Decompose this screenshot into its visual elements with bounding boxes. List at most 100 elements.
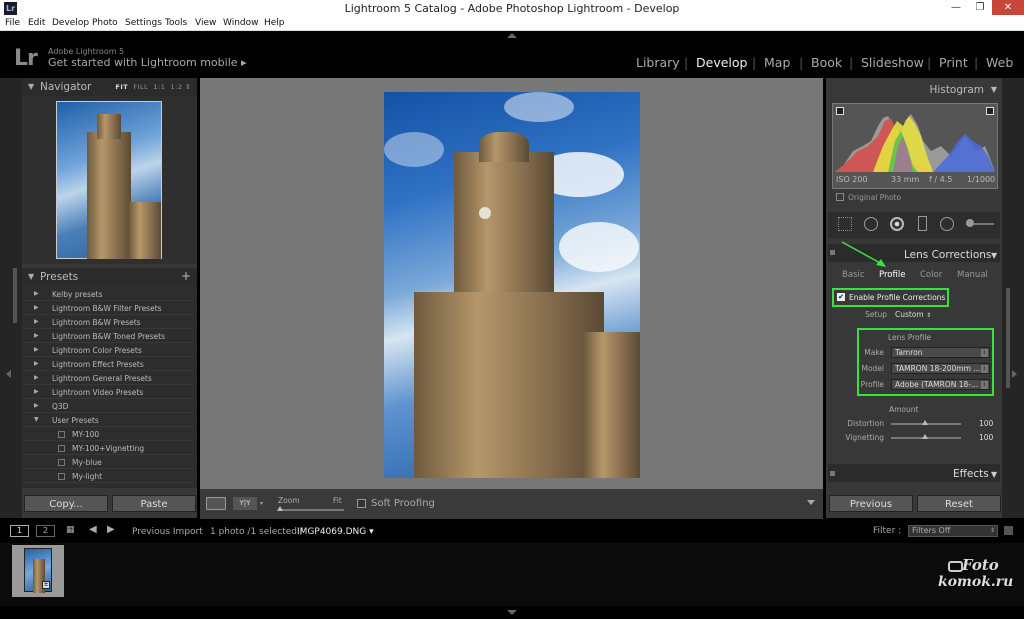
- enable-profile-checkbox[interactable]: ✔: [837, 293, 845, 301]
- module-map[interactable]: Map: [764, 55, 790, 70]
- module-develop[interactable]: Develop: [696, 55, 747, 70]
- spot-removal-icon[interactable]: [864, 217, 878, 231]
- folder-expand-icon[interactable]: ▶: [34, 346, 39, 353]
- before-after-dropdown-icon[interactable]: ▾: [260, 500, 263, 507]
- back-arrow-icon[interactable]: ◀: [89, 524, 97, 535]
- menu-photo[interactable]: Photo: [92, 18, 118, 28]
- toolbar-menu-icon[interactable]: [807, 500, 815, 505]
- folder-expand-icon[interactable]: ▶: [34, 290, 39, 297]
- folder-expand-icon[interactable]: ▶: [34, 332, 39, 339]
- source-label[interactable]: Previous Import: [132, 527, 203, 537]
- zoom-1-1[interactable]: 1:1: [153, 83, 165, 91]
- zoom-slider[interactable]: [278, 509, 344, 511]
- minimize-button[interactable]: —: [944, 0, 968, 15]
- tab-basic[interactable]: Basic: [842, 270, 865, 280]
- main-photo[interactable]: [384, 92, 640, 478]
- crop-tool-icon[interactable]: [838, 217, 852, 231]
- preset-item[interactable]: MY-100: [24, 428, 194, 441]
- vignetting-value[interactable]: 100: [979, 433, 993, 442]
- mobile-link[interactable]: Get started with Lightroom mobile ▸: [48, 56, 247, 69]
- disclosure-triangle-icon[interactable]: ▼: [991, 85, 997, 94]
- menu-edit[interactable]: Edit: [28, 18, 45, 28]
- panel-toggle-icon[interactable]: [830, 471, 835, 476]
- folder-expand-icon[interactable]: ▶: [34, 374, 39, 381]
- preset-folder[interactable]: ▶ Lightroom B&W Filter Presets: [24, 302, 194, 315]
- menu-view[interactable]: View: [195, 18, 216, 28]
- preset-folder[interactable]: ▶ Kelby presets: [24, 288, 194, 301]
- preset-item[interactable]: MY-100+Vignetting: [24, 442, 194, 455]
- preset-folder[interactable]: ▶ Q3D: [24, 400, 194, 413]
- preset-folder[interactable]: ▶ Lightroom Effect Presets: [24, 358, 194, 371]
- preset-item[interactable]: My-blue: [24, 456, 194, 469]
- preset-folder[interactable]: ▶ Lightroom Color Presets: [24, 344, 194, 357]
- navigator-header[interactable]: ▼ Navigator FIT FILL 1:1 1:2 ⇕: [22, 78, 197, 96]
- module-print[interactable]: Print: [939, 55, 968, 70]
- folder-expand-icon[interactable]: ▶: [34, 402, 39, 409]
- tab-color[interactable]: Color: [920, 270, 942, 280]
- zoom-slider-knob[interactable]: [277, 506, 283, 511]
- left-scrollbar[interactable]: [13, 268, 17, 323]
- preset-item[interactable]: My-light: [24, 470, 194, 483]
- tab-profile[interactable]: Profile: [879, 270, 905, 280]
- second-window-button[interactable]: 2: [36, 525, 55, 537]
- collapse-bottom-arrow-icon[interactable]: [507, 610, 517, 615]
- zoom-1-2[interactable]: 1:2: [171, 83, 183, 91]
- paste-button[interactable]: Paste: [112, 495, 196, 512]
- radial-filter-icon[interactable]: [940, 217, 954, 231]
- disclosure-triangle-icon[interactable]: ▼: [991, 470, 997, 479]
- soft-proofing-checkbox[interactable]: [357, 499, 366, 508]
- preset-folder[interactable]: ▶ Lightroom B&W Presets: [24, 316, 194, 329]
- right-scrollbar[interactable]: [1006, 288, 1010, 388]
- panel-toggle-icon[interactable]: [830, 250, 835, 255]
- zoom-fit[interactable]: FIT: [115, 83, 128, 91]
- menu-help[interactable]: Help: [264, 18, 285, 28]
- distortion-value[interactable]: 100: [979, 419, 993, 428]
- collapse-left-arrow-icon[interactable]: [6, 370, 11, 378]
- highlight-clipping-icon[interactable]: [986, 107, 994, 115]
- graduated-filter-icon[interactable]: [918, 216, 927, 231]
- folder-expand-icon[interactable]: ▶: [34, 318, 39, 325]
- tab-manual[interactable]: Manual: [957, 270, 988, 280]
- forward-arrow-icon[interactable]: ▶: [107, 524, 115, 535]
- before-after-button[interactable]: Y|Y: [233, 497, 257, 510]
- menu-file[interactable]: File: [5, 18, 20, 28]
- presets-header[interactable]: ▼ Presets +: [22, 268, 197, 286]
- setup-dropdown[interactable]: Custom ⇕: [895, 310, 931, 319]
- folder-expand-icon[interactable]: ▶: [34, 360, 39, 367]
- make-select[interactable]: Tamron ⇕: [891, 347, 990, 358]
- navigator-thumbnail[interactable]: [56, 101, 162, 259]
- zoom-fill[interactable]: FILL: [133, 83, 148, 91]
- module-book[interactable]: Book: [811, 55, 842, 70]
- histogram-header[interactable]: Histogram ▼: [826, 81, 1002, 99]
- model-select[interactable]: TAMRON 18-200mm ... ⇕: [891, 363, 990, 374]
- preset-folder-open[interactable]: ▼ User Presets: [24, 414, 194, 427]
- navigator-zoom-options[interactable]: FIT FILL 1:1 1:2 ⇕: [115, 83, 191, 91]
- disclosure-triangle-icon[interactable]: ▼: [28, 272, 34, 281]
- add-preset-icon[interactable]: +: [181, 269, 191, 283]
- vignetting-slider-knob[interactable]: [922, 434, 928, 439]
- module-slideshow[interactable]: Slideshow: [861, 55, 924, 70]
- shadow-clipping-icon[interactable]: [836, 107, 844, 115]
- preset-folder[interactable]: ▶ Lightroom B&W Toned Presets: [24, 330, 194, 343]
- right-panel-gutter[interactable]: [1002, 78, 1024, 518]
- menu-develop[interactable]: Develop: [52, 18, 89, 28]
- folder-expand-icon[interactable]: ▶: [34, 304, 39, 311]
- module-library[interactable]: Library: [636, 55, 680, 70]
- preset-folder[interactable]: ▶ Lightroom Video Presets: [24, 386, 194, 399]
- filename-label[interactable]: IMGP4069.DNG ▾: [297, 527, 374, 537]
- left-panel-gutter[interactable]: [0, 78, 22, 518]
- main-window-button[interactable]: 1: [10, 525, 29, 537]
- filter-select[interactable]: Filters Off ⇕: [908, 525, 998, 537]
- menu-window[interactable]: Window: [223, 18, 259, 28]
- grid-view-icon[interactable]: ▦: [66, 525, 78, 537]
- collapse-right-arrow-icon[interactable]: [1012, 370, 1017, 378]
- previous-button[interactable]: Previous: [829, 495, 913, 512]
- module-web[interactable]: Web: [986, 55, 1013, 70]
- reset-button[interactable]: Reset: [917, 495, 1001, 512]
- collapse-top-arrow-icon[interactable]: [507, 33, 517, 38]
- filter-lock-icon[interactable]: [1004, 526, 1013, 535]
- distortion-slider-knob[interactable]: [922, 420, 928, 425]
- disclosure-triangle-icon[interactable]: ▼: [28, 82, 34, 91]
- red-eye-icon[interactable]: [890, 217, 904, 231]
- bottom-gutter[interactable]: [0, 606, 1024, 619]
